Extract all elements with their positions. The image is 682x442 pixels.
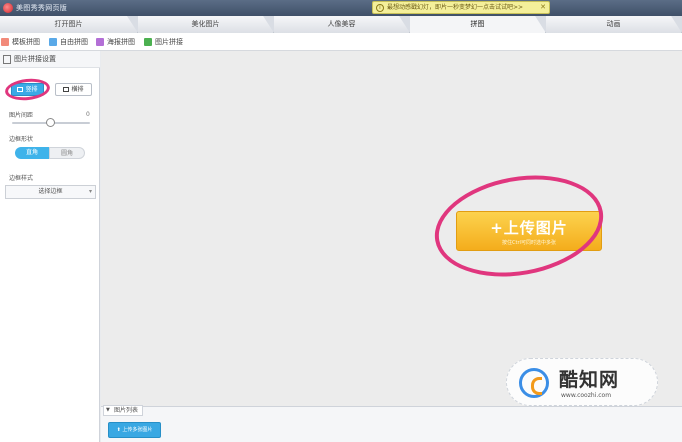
info-icon: i: [376, 4, 384, 12]
app-logo-icon: [3, 3, 13, 13]
settings-doc-icon: [3, 55, 11, 64]
watermark-url: www.coozhi.com: [561, 392, 612, 399]
tab-animation[interactable]: 动画: [546, 16, 682, 33]
title-bar: 美图秀秀网页版 i 最想动感戳幻灯，即片一秒变梦幻一点击试试吧>> ✕: [0, 0, 682, 16]
poster-collage-button[interactable]: 海报拼图: [96, 37, 135, 47]
border-style-label: 边框样式: [9, 175, 34, 182]
workspace-canvas: +上传图片 按住Ctrl可同时选中多张 酷知网 www.coozhi.com: [101, 51, 682, 406]
tab-collage[interactable]: 拼图: [410, 16, 546, 33]
border-shape-label: 边框形状: [9, 136, 34, 143]
spacing-slider-handle[interactable]: [46, 118, 55, 127]
chevron-down-icon: ▾: [88, 188, 92, 195]
panel-header: 图片拼接设置: [0, 51, 100, 68]
round-corner-toggle[interactable]: 圆角: [49, 147, 85, 159]
tab-open-image[interactable]: 打开图片: [0, 16, 138, 33]
template-icon: [1, 38, 9, 46]
collapse-caret-icon: ▼: [106, 407, 110, 413]
upload-multiple-button[interactable]: ⬆ 上传多张图片: [108, 422, 161, 438]
free-collage-icon: [49, 38, 57, 46]
tab-portrait[interactable]: 人像美容: [274, 16, 410, 33]
border-style-select[interactable]: 选择边框 ▾: [5, 185, 96, 199]
promo-banner[interactable]: i 最想动感戳幻灯，即片一秒变梦幻一点击试试吧>> ✕: [372, 1, 550, 14]
poster-icon: [96, 38, 104, 46]
tab-beautify[interactable]: 美化图片: [138, 16, 274, 33]
image-list-tab[interactable]: ▼ 图片列表: [103, 405, 144, 416]
stitch-settings-panel: 图片拼接设置 竖排 横排 图片间距 0 边框形状 直角 圆角 边框样式 选择边框…: [0, 51, 100, 442]
image-stitch-button[interactable]: 图片拼接: [144, 37, 183, 47]
watermark-name: 酷知网: [559, 369, 620, 391]
horizontal-grid-icon: [63, 87, 70, 92]
spacing-label: 图片间距: [9, 112, 34, 119]
horizontal-layout-button[interactable]: 横排: [55, 83, 92, 96]
collage-toolbar: 模板拼图 自由拼图 海报拼图 图片拼接: [0, 33, 682, 51]
image-list-tray: ▼ 图片列表 ⬆ 上传多张图片: [101, 405, 682, 442]
highlight-circle-annotation: [426, 162, 612, 290]
window-title: 美图秀秀网页版: [16, 4, 68, 12]
main-tab-bar: 打开图片 美化图片 人像美容 拼图 动画: [0, 16, 682, 33]
close-icon[interactable]: ✕: [540, 2, 546, 13]
free-collage-button[interactable]: 自由拼图: [49, 37, 88, 47]
promo-text[interactable]: 最想动感戳幻灯，即片一秒变梦幻一点击试试吧>>: [387, 4, 523, 11]
coozhi-logo-icon: [519, 368, 549, 398]
site-watermark: 酷知网 www.coozhi.com: [506, 358, 658, 406]
template-collage-button[interactable]: 模板拼图: [1, 37, 40, 47]
stitch-icon: [144, 38, 152, 46]
spacing-value: 0: [86, 111, 90, 118]
square-corner-toggle[interactable]: 直角: [15, 147, 49, 159]
highlight-circle-annotation: [4, 76, 51, 103]
